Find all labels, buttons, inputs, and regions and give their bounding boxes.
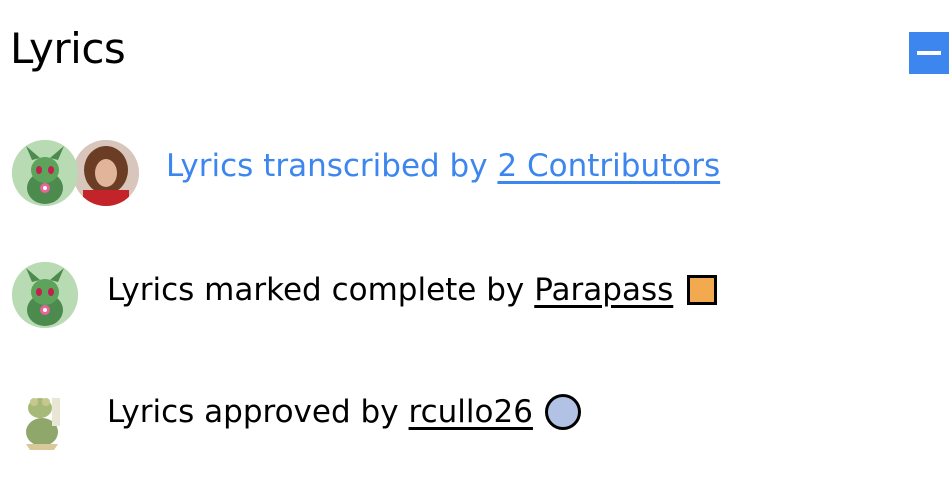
section-title: Lyrics [10, 24, 126, 73]
transcribed-by-text: Lyrics transcribed by 2 Contributors [166, 148, 720, 184]
marked-complete-text: Lyrics marked complete by Parapass [107, 272, 718, 308]
approved-by-label: Lyrics approved by [107, 394, 399, 430]
user-avatar[interactable] [12, 262, 78, 328]
collapse-button[interactable] [909, 32, 949, 74]
user-avatar[interactable] [12, 384, 78, 450]
square-badge-icon [687, 275, 718, 305]
contributor-avatar[interactable] [12, 140, 78, 206]
approved-by-user-link[interactable]: rcullo26 [409, 394, 533, 430]
contributor-avatar[interactable] [73, 140, 139, 206]
marked-complete-label: Lyrics marked complete by [107, 272, 525, 308]
transcribed-by-label: Lyrics transcribed by [166, 148, 498, 184]
approved-by-text: Lyrics approved by rcullo26 [107, 394, 581, 430]
contributors-link[interactable]: 2 Contributors [497, 148, 720, 184]
minus-icon [917, 51, 941, 55]
circle-badge-icon [544, 394, 581, 430]
completed-by-user-link[interactable]: Parapass [534, 272, 673, 308]
